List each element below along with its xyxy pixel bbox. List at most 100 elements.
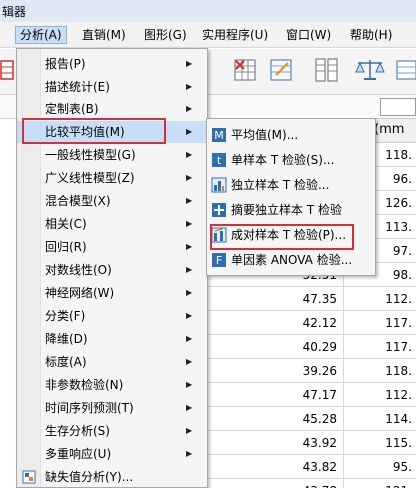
submenu-arrow-icon: ▶ xyxy=(186,403,193,412)
menu-analyze[interactable]: 分析(A) xyxy=(15,26,67,44)
menu-item-label: 多重响应(U) xyxy=(45,447,112,461)
submenu-arrow-icon: ▶ xyxy=(186,311,193,320)
menu-item-dimension-reduction[interactable]: 降维(D) ▶ xyxy=(17,328,207,350)
menu-utilities[interactable]: 实用程序(U) xyxy=(198,26,272,44)
submenu-arrow-icon: ▶ xyxy=(186,173,193,182)
summary-t-icon xyxy=(212,203,226,217)
row-cell-value[interactable]: 39.26 xyxy=(208,359,344,383)
weight-cases-icon[interactable] xyxy=(354,57,386,83)
table-row: 240.29117. xyxy=(196,335,416,359)
row-cell-value[interactable]: 43.82 xyxy=(208,455,344,479)
menu-graphs[interactable]: 图形(G) xyxy=(140,26,191,44)
menu-item-label: 非参数检验(N) xyxy=(45,378,124,392)
table-row: 642.12117. xyxy=(196,311,416,335)
submenu-arrow-icon: ▶ xyxy=(186,334,193,343)
row-cell-value[interactable]: 117. xyxy=(344,335,416,359)
row-cell-value[interactable]: 121. xyxy=(344,479,416,488)
submenu-arrow-icon: ▶ xyxy=(186,380,193,389)
analyze-menu: 报告(P) ▶ 描述统计(E) ▶ 定制表(B) ▶ 比较平均值(M) ▶ 一般线性模型… xyxy=(16,48,208,488)
one-sample-t-icon: t xyxy=(212,153,226,167)
submenu-arrow-icon: ▶ xyxy=(186,449,193,458)
menu-window[interactable]: 窗口(W) xyxy=(282,26,335,44)
menu-item-label: 分类(F) xyxy=(45,309,86,323)
menu-item-generalized-linear-models[interactable]: 广义线性模型(Z) ▶ xyxy=(17,167,207,189)
menu-item-label: 单样本 T 检验(S)... xyxy=(231,153,335,167)
submenu-arrow-icon: ▶ xyxy=(186,242,193,251)
anova-icon: F xyxy=(212,253,226,267)
menu-item-one-sample-t-test[interactable]: t 单样本 T 检验(S)... xyxy=(207,148,375,172)
menu-item-label: 相关(C) xyxy=(45,217,87,231)
menu-item-descriptive-statistics[interactable]: 描述统计(E) ▶ xyxy=(17,76,207,98)
select-cases-icon[interactable] xyxy=(394,57,416,83)
submenu-arrow-icon: ▶ xyxy=(186,288,193,297)
menu-item-label: 混合模型(X) xyxy=(45,194,111,208)
svg-text:F: F xyxy=(216,254,222,267)
row-cell-value[interactable]: 43.92 xyxy=(208,431,344,455)
row-cell-value[interactable]: 117. xyxy=(344,311,416,335)
row-cell-value[interactable]: 95. xyxy=(344,455,416,479)
menu-item-neural-networks[interactable]: 神经网络(W) ▶ xyxy=(17,282,207,304)
row-cell-value[interactable]: 114. xyxy=(344,407,416,431)
menu-item-label: 单因素 ANOVA 检验... xyxy=(231,253,353,267)
row-cell-value[interactable]: 47.17 xyxy=(208,383,344,407)
row-cell-value[interactable]: 45.28 xyxy=(208,407,344,431)
menu-item-survival[interactable]: 生存分析(S) ▶ xyxy=(17,420,207,442)
submenu-arrow-icon: ▶ xyxy=(186,265,193,274)
submenu-arrow-icon: ▶ xyxy=(186,357,193,366)
menu-item-label: 一般线性模型(G) xyxy=(45,148,136,162)
menu-item-mixed-models[interactable]: 混合模型(X) ▶ xyxy=(17,190,207,212)
window-title: 辑器 xyxy=(2,5,27,19)
cell-value-input[interactable] xyxy=(380,98,416,116)
menu-item-custom-tables[interactable]: 定制表(B) ▶ xyxy=(17,98,207,120)
row-cell-value[interactable]: 112. xyxy=(344,287,416,311)
row-cell-value[interactable]: 118. xyxy=(344,359,416,383)
insert-cases-icon[interactable] xyxy=(232,57,258,83)
row-cell-value[interactable]: 42.12 xyxy=(208,311,344,335)
menu-item-label: 神经网络(W) xyxy=(45,286,115,300)
submenu-arrow-icon: ▶ xyxy=(186,426,193,435)
menu-bar: 分析(A) 直销(M) 图形(G) 实用程序(U) 窗口(W) 帮助(H) xyxy=(0,22,416,48)
menu-item-missing-value-analysis[interactable]: 缺失值分析(Y)... xyxy=(17,466,207,488)
menu-item-label: 平均值(M)... xyxy=(231,128,299,142)
menu-item-independent-samples-t-test[interactable]: 独立样本 T 检验... xyxy=(207,173,375,197)
submenu-arrow-icon: ▶ xyxy=(186,196,193,205)
menu-item-classify[interactable]: 分类(F) ▶ xyxy=(17,305,207,327)
menu-item-label: 独立样本 T 检验... xyxy=(231,178,330,192)
menu-item-correlate[interactable]: 相关(C) ▶ xyxy=(17,213,207,235)
menu-item-label: 回归(R) xyxy=(45,240,87,254)
menu-item-forecasting[interactable]: 时间序列预测(T) ▶ xyxy=(17,397,207,419)
menu-item-nonparametric-tests[interactable]: 非参数检验(N) ▶ xyxy=(17,374,207,396)
row-cell-value[interactable]: 112. xyxy=(344,383,416,407)
column-header-label: (mm xyxy=(374,122,405,137)
menu-item-one-way-anova[interactable]: F 单因素 ANOVA 检验... xyxy=(207,248,375,272)
table-row: 645.28114. xyxy=(196,407,416,431)
menu-item-means[interactable]: M 平均值(M)... xyxy=(207,123,375,147)
row-cell-value[interactable]: 43.78 xyxy=(208,479,344,488)
menu-item-label: 报告(P) xyxy=(45,57,86,71)
row-cell-value[interactable]: 115. xyxy=(344,431,416,455)
menu-item-loglinear[interactable]: 对数线性(O) ▶ xyxy=(17,259,207,281)
svg-text:t: t xyxy=(217,154,222,167)
insert-variable-icon[interactable] xyxy=(268,57,294,83)
table-row: 47.35 112. xyxy=(196,287,416,311)
menu-item-reports[interactable]: 报告(P) ▶ xyxy=(17,53,207,75)
row-cell-value[interactable]: 47.35 xyxy=(208,287,344,311)
table-row: 239.26118. xyxy=(196,359,416,383)
split-file-icon[interactable] xyxy=(314,57,340,83)
menu-item-multiple-response[interactable]: 多重响应(U) ▶ xyxy=(17,443,207,465)
table-icon[interactable] xyxy=(0,57,14,83)
menu-item-label: 缺失值分析(Y)... xyxy=(45,470,134,484)
highlight-box-paired-t-test xyxy=(210,224,354,250)
menu-item-general-linear-model[interactable]: 一般线性模型(G) ▶ xyxy=(17,144,207,166)
menu-item-label: 生存分析(S) xyxy=(45,424,110,438)
menu-direct-marketing[interactable]: 直销(M) xyxy=(78,26,130,44)
row-cell-value[interactable]: 40.29 xyxy=(208,335,344,359)
menu-help[interactable]: 帮助(H) xyxy=(346,26,396,44)
menu-item-label: 广义线性模型(Z) xyxy=(45,171,135,185)
menu-item-regression[interactable]: 回归(R) ▶ xyxy=(17,236,207,258)
menu-item-scale[interactable]: 标度(A) ▶ xyxy=(17,351,207,373)
highlight-box-compare-means xyxy=(22,118,166,144)
submenu-arrow-icon: ▶ xyxy=(186,127,193,136)
menu-item-summary-independent-t-test[interactable]: 摘要独立样本 T 检验 xyxy=(207,198,375,222)
means-icon: M xyxy=(212,128,226,142)
